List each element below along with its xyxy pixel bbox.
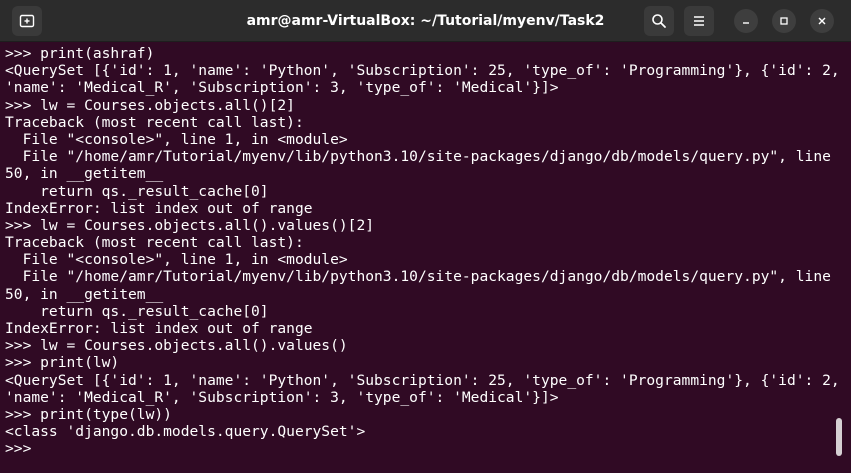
terminal-line: <class 'django.db.models.query.QuerySet'… bbox=[5, 423, 366, 441]
terminal-scrollbar[interactable] bbox=[836, 418, 842, 456]
search-button[interactable] bbox=[644, 6, 674, 36]
terminal-line: Traceback (most recent call last): bbox=[5, 234, 304, 252]
terminal-line: IndexError: list index out of range bbox=[5, 320, 313, 337]
search-icon bbox=[651, 13, 667, 29]
terminal-line: >>> print(ashraf) bbox=[5, 45, 155, 62]
close-icon bbox=[817, 16, 827, 26]
terminal-line: <QuerySet [{'id': 1, 'name': 'Python', '… bbox=[5, 62, 839, 80]
terminal-line: >>> lw = Courses.objects.all().values() bbox=[5, 337, 348, 355]
maximize-icon bbox=[779, 16, 789, 26]
terminal-output[interactable]: >>> print(ashraf) <QuerySet [{'id': 1, '… bbox=[5, 45, 839, 470]
terminal-line: 'name': 'Medical_R', 'Subscription': 3, … bbox=[5, 79, 559, 97]
maximize-button[interactable] bbox=[772, 9, 796, 33]
terminal-line: >>> print(type(lw)) bbox=[5, 405, 172, 423]
terminal-line: 50, in __getitem__ bbox=[5, 165, 164, 183]
terminal-line: >>> lw = Courses.objects.all()[2] bbox=[5, 96, 295, 114]
close-button[interactable] bbox=[810, 9, 834, 33]
terminal-line: File "/home/amr/Tutorial/myenv/lib/pytho… bbox=[5, 148, 839, 166]
terminal-line: 50, in __getitem__ bbox=[5, 285, 164, 303]
terminal-window: amr@amr-VirtualBox: ~/Tutorial/myenv/Tas… bbox=[0, 0, 851, 473]
terminal-line: Traceback (most recent call last): bbox=[5, 113, 304, 131]
terminal-line: File "<console>", line 1, in <module> bbox=[5, 130, 348, 148]
terminal-prompt-line[interactable]: >>> bbox=[5, 440, 839, 457]
terminal-line: return qs._result_cache[0] bbox=[5, 302, 269, 320]
terminal-line: File "<console>", line 1, in <module> bbox=[5, 251, 348, 269]
minimize-icon bbox=[741, 16, 751, 26]
window-title: amr@amr-VirtualBox: ~/Tutorial/myenv/Tas… bbox=[246, 13, 605, 29]
terminal-line: File "/home/amr/Tutorial/myenv/lib/pytho… bbox=[5, 268, 839, 286]
minimize-button[interactable] bbox=[734, 9, 758, 33]
terminal-line: 'name': 'Medical_R', 'Subscription': 3, … bbox=[5, 388, 559, 406]
new-tab-button[interactable] bbox=[12, 6, 42, 36]
terminal-line: IndexError: list index out of range bbox=[5, 199, 313, 217]
new-tab-icon bbox=[19, 13, 35, 29]
terminal-line: <QuerySet [{'id': 1, 'name': 'Python', '… bbox=[5, 371, 839, 389]
hamburger-menu-icon bbox=[692, 14, 706, 28]
terminal-line: >>> print(lw) bbox=[5, 354, 120, 372]
menu-button[interactable] bbox=[684, 6, 714, 36]
titlebar: amr@amr-VirtualBox: ~/Tutorial/myenv/Tas… bbox=[0, 0, 851, 42]
terminal-line: >>> lw = Courses.objects.all().values()[… bbox=[5, 216, 375, 234]
terminal-line: return qs._result_cache[0] bbox=[5, 182, 269, 200]
